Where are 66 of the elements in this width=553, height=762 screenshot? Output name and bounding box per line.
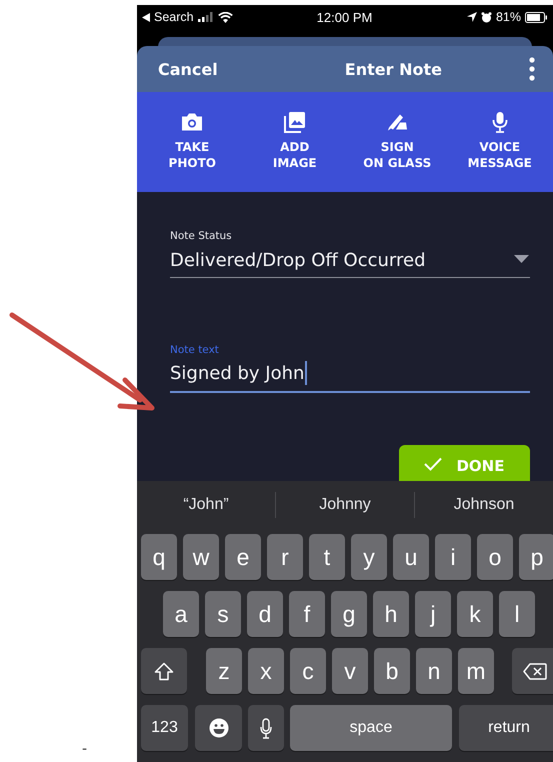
letter-key[interactable]: b bbox=[374, 648, 410, 694]
letter-key[interactable]: e bbox=[225, 534, 261, 580]
letter-key[interactable]: i bbox=[435, 534, 471, 580]
shift-icon bbox=[154, 662, 174, 680]
letter-key[interactable]: j bbox=[415, 591, 451, 637]
delete-key[interactable] bbox=[512, 648, 553, 694]
dropdown-caret-icon bbox=[514, 255, 529, 264]
shift-key[interactable] bbox=[141, 648, 187, 694]
more-menu-icon[interactable] bbox=[528, 57, 535, 82]
letter-key[interactable]: f bbox=[289, 591, 325, 637]
camera-icon bbox=[181, 110, 204, 133]
backspace-icon bbox=[523, 662, 547, 680]
letter-key[interactable]: p bbox=[519, 534, 553, 580]
letter-key[interactable]: y bbox=[351, 534, 387, 580]
letter-key[interactable]: d bbox=[247, 591, 283, 637]
letter-key[interactable]: h bbox=[373, 591, 409, 637]
action-button[interactable]: VOICE MESSAGE bbox=[448, 92, 551, 192]
microphone-icon bbox=[260, 718, 272, 738]
word-suggestion[interactable]: Johnny bbox=[276, 496, 414, 514]
letter-key[interactable]: k bbox=[457, 591, 493, 637]
back-icon[interactable] bbox=[142, 12, 150, 22]
word-suggestion[interactable]: Johnson bbox=[415, 496, 553, 514]
battery-icon bbox=[525, 12, 547, 23]
location-icon bbox=[466, 12, 477, 22]
back-label[interactable]: Search bbox=[154, 10, 194, 24]
wifi-icon bbox=[218, 12, 233, 23]
letter-key[interactable]: s bbox=[205, 591, 241, 637]
letter-key[interactable]: w bbox=[183, 534, 219, 580]
smiley-icon bbox=[208, 718, 228, 738]
letter-key[interactable]: x bbox=[248, 648, 284, 694]
letter-key[interactable]: c bbox=[290, 648, 326, 694]
action-button[interactable]: TAKE PHOTO bbox=[141, 92, 244, 192]
return-key[interactable]: return bbox=[459, 705, 553, 751]
microphone-icon bbox=[492, 110, 508, 133]
word-suggestion[interactable]: “John” bbox=[137, 496, 275, 514]
emoji-key[interactable] bbox=[195, 705, 242, 751]
numbers-key[interactable]: 123 bbox=[141, 705, 188, 751]
clock-time: 12:00 PM bbox=[316, 10, 372, 25]
modal-title: Enter Note bbox=[344, 60, 442, 79]
battery-percent: 81% bbox=[496, 10, 521, 24]
letter-key[interactable]: t bbox=[309, 534, 345, 580]
letter-key[interactable]: z bbox=[206, 648, 242, 694]
check-icon bbox=[424, 457, 442, 472]
status-dropdown[interactable]: Delivered/Drop Off Occurred bbox=[170, 242, 530, 278]
letter-key[interactable]: n bbox=[416, 648, 452, 694]
stray-mark: - bbox=[82, 741, 88, 757]
field-label: Note Status bbox=[170, 230, 232, 242]
space-key[interactable]: space bbox=[290, 705, 452, 751]
note-text-field[interactable]: Signed by John bbox=[170, 356, 530, 394]
action-button[interactable]: SIGN ON GLASS bbox=[346, 92, 448, 192]
signal-icon bbox=[198, 12, 214, 22]
letter-key[interactable]: a bbox=[163, 591, 199, 637]
letter-key[interactable]: m bbox=[458, 648, 494, 694]
letter-key[interactable]: q bbox=[141, 534, 177, 580]
letter-key[interactable]: l bbox=[499, 591, 535, 637]
letter-key[interactable]: o bbox=[477, 534, 513, 580]
gallery-icon bbox=[284, 110, 306, 133]
letter-key[interactable]: g bbox=[331, 591, 367, 637]
letter-key[interactable]: r bbox=[267, 534, 303, 580]
action-button[interactable]: ADD IMAGE bbox=[244, 92, 346, 192]
letter-key[interactable]: v bbox=[332, 648, 368, 694]
cancel-button[interactable]: Cancel bbox=[158, 60, 218, 79]
letter-key[interactable]: u bbox=[393, 534, 429, 580]
mic-key[interactable] bbox=[248, 705, 284, 751]
alarm-icon bbox=[480, 12, 492, 23]
field-label: Note text bbox=[170, 344, 219, 356]
